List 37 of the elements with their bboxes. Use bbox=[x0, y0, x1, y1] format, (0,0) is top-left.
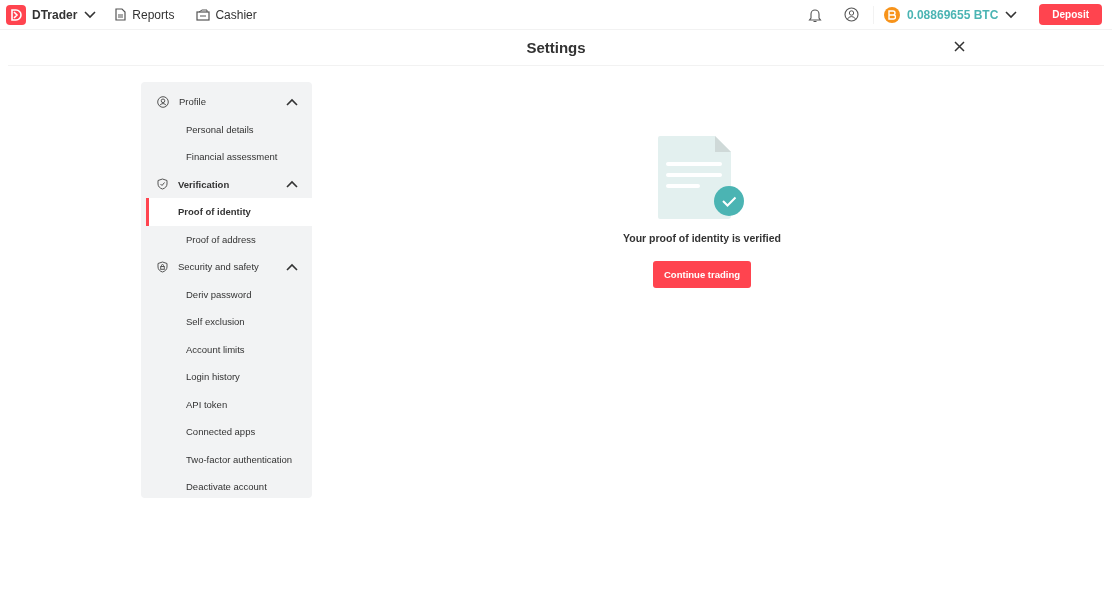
bitcoin-icon bbox=[883, 6, 900, 23]
sidebar-item[interactable]: Login history bbox=[146, 363, 312, 391]
sidebar-section[interactable]: Verification bbox=[141, 170, 312, 198]
shield-lock-icon bbox=[157, 260, 168, 273]
shield-check-icon bbox=[157, 178, 168, 191]
verified-document-icon bbox=[658, 136, 746, 220]
chevron-down-icon bbox=[1005, 10, 1018, 19]
sidebar-item[interactable]: Connected apps bbox=[146, 418, 312, 446]
nav-link[interactable]: Reports bbox=[114, 7, 175, 22]
sidebar-item[interactable]: Deactivate account bbox=[146, 473, 312, 501]
settings-title: Settings bbox=[526, 39, 586, 56]
sidebar-section[interactable]: Profile bbox=[141, 88, 312, 116]
sidebar-item[interactable]: Two-factor authentication bbox=[146, 445, 312, 473]
notification-bell-icon[interactable] bbox=[807, 6, 822, 23]
chevron-up-icon bbox=[286, 97, 298, 106]
sidebar-section[interactable]: Security and safety bbox=[141, 253, 312, 281]
sidebar-item[interactable]: Deriv password bbox=[146, 280, 312, 308]
app-logo-icon[interactable] bbox=[6, 4, 26, 25]
sidebar-item[interactable]: Account limits bbox=[146, 335, 312, 363]
sidebar-item[interactable]: Self exclusion bbox=[146, 308, 312, 336]
account-icon[interactable] bbox=[843, 7, 859, 22]
app-switcher[interactable]: DTrader bbox=[32, 7, 97, 22]
user-circle-icon bbox=[157, 95, 169, 108]
chevron-up-icon bbox=[286, 180, 298, 189]
chevron-up-icon bbox=[286, 262, 298, 271]
sidebar-item[interactable]: Proof of address bbox=[146, 225, 312, 253]
nav-link[interactable]: Cashier bbox=[196, 7, 257, 22]
sidebar-item[interactable]: Financial assessment bbox=[146, 143, 312, 171]
chevron-down-icon bbox=[84, 10, 97, 19]
sidebar-item[interactable]: Personal details bbox=[146, 115, 312, 143]
verification-message: Your proof of identity is verified bbox=[623, 232, 781, 244]
cash-icon bbox=[196, 8, 211, 21]
sidebar-item[interactable]: Proof of identity bbox=[146, 198, 312, 226]
report-icon bbox=[114, 8, 128, 21]
sidebar-item[interactable]: API token bbox=[146, 390, 312, 418]
close-button[interactable] bbox=[954, 41, 965, 52]
close-icon bbox=[954, 41, 965, 52]
